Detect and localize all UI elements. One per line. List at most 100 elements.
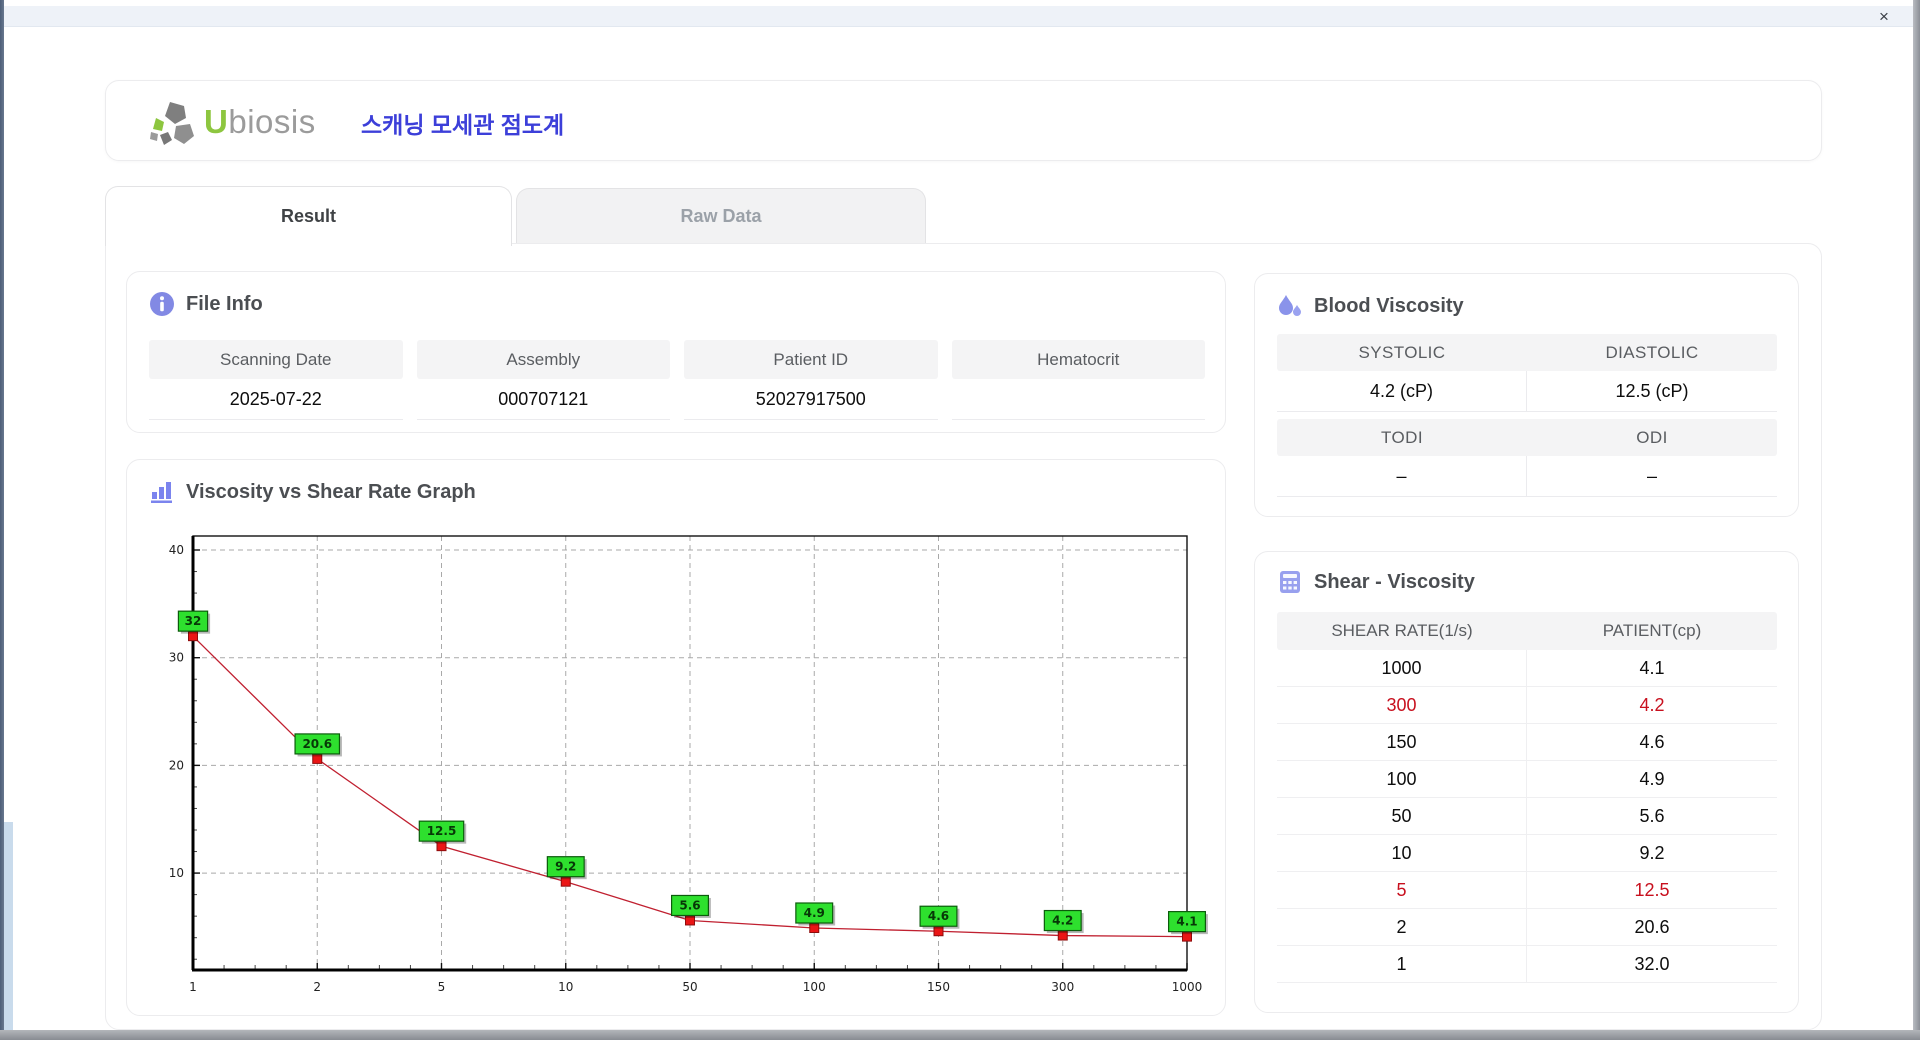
shear-table-row: 1 32.0 bbox=[1277, 946, 1777, 983]
file-info-field-value: 000707121 bbox=[416, 379, 670, 420]
blood-viscosity-value: 4.2 (cP) bbox=[1277, 371, 1527, 411]
x-tick-label: 300 bbox=[1051, 980, 1074, 994]
file-info-title-row: File Info bbox=[149, 291, 263, 317]
patient-viscosity-cell: 9.2 bbox=[1639, 842, 1665, 863]
shear-rate-cell: 50 bbox=[1277, 798, 1527, 834]
shear-table-row: 100 4.9 bbox=[1277, 761, 1777, 798]
blood-viscosity-label: DIASTOLIC bbox=[1605, 342, 1699, 362]
shear-table-row: 150 4.6 bbox=[1277, 724, 1777, 761]
close-icon[interactable]: × bbox=[1873, 7, 1895, 26]
blood-viscosity-header-row: TODI ODI bbox=[1277, 419, 1777, 456]
result-panel: File Info Scanning Date 2025-07-22 Assembl… bbox=[105, 243, 1822, 1030]
shear-rate-column-header: SHEAR RATE(1/s) bbox=[1331, 621, 1473, 640]
file-info-field-label: Assembly bbox=[416, 340, 670, 379]
blood-viscosity-value: 12.5 (cP) bbox=[1615, 380, 1689, 401]
patient-viscosity-cell: 4.9 bbox=[1639, 768, 1665, 789]
patient-viscosity-cell: 32.0 bbox=[1634, 953, 1670, 974]
shear-rate-cell: 10 bbox=[1277, 835, 1527, 871]
point-label-text: 32 bbox=[185, 614, 202, 628]
shear-viscosity-card: Shear - Viscosity SHEAR RATE(1/s) PATIEN… bbox=[1254, 551, 1799, 1013]
info-icon bbox=[150, 292, 174, 316]
logo-text: Ubiosis bbox=[204, 103, 316, 141]
shear-rate-cell: 5 bbox=[1277, 872, 1527, 908]
header-card: Ubiosis 스캐닝 모세관 점도계 bbox=[105, 80, 1822, 161]
y-tick-label: 10 bbox=[169, 866, 184, 880]
shear-table-body: 1000 4.1 300 4.2 150 4.6 100 4.9 50 5.6 10 9.2 5 12.5… bbox=[1277, 650, 1777, 983]
file-info-field-label: Scanning Date bbox=[149, 340, 403, 379]
window-right-border bbox=[1913, 0, 1920, 1040]
graph-title-row: Viscosity vs Shear Rate Graph bbox=[149, 479, 476, 505]
file-info-field: Assembly 000707121 bbox=[416, 340, 670, 420]
patient-column-header: PATIENT(cp) bbox=[1602, 621, 1702, 640]
y-tick-label: 30 bbox=[169, 651, 184, 665]
graph-title: Viscosity vs Shear Rate Graph bbox=[186, 480, 476, 503]
blood-viscosity-value: – bbox=[1646, 465, 1657, 486]
point-label-text: 4.9 bbox=[804, 906, 825, 920]
table-calculator-icon bbox=[1280, 571, 1300, 593]
logo-letter-u: U bbox=[204, 103, 229, 140]
bar-chart-icon bbox=[151, 482, 172, 503]
shear-rate-cell: 150 bbox=[1277, 724, 1527, 760]
app-window: × Ubiosis 스캐닝 모세관 점도계 Result Raw Data Fi… bbox=[0, 0, 1920, 1040]
x-tick-label: 150 bbox=[927, 980, 950, 994]
patient-viscosity-cell: 4.2 bbox=[1639, 694, 1665, 715]
x-tick-label: 1 bbox=[189, 980, 197, 994]
shear-table-row: 50 5.6 bbox=[1277, 798, 1777, 835]
window-titlebar: × bbox=[4, 6, 1913, 27]
blood-viscosity-grid: SYSTOLIC DIASTOLIC 4.2 (cP) 12.5 (cP) TODI OD… bbox=[1277, 334, 1777, 504]
file-info-field-value: 52027917500 bbox=[684, 379, 938, 420]
file-info-field: Hematocrit bbox=[951, 340, 1205, 420]
patient-viscosity-cell: 20.6 bbox=[1634, 916, 1670, 937]
point-label-text: 20.6 bbox=[302, 737, 332, 751]
shear-rate-cell: 2 bbox=[1277, 909, 1527, 945]
file-info-field-value bbox=[951, 379, 1205, 420]
window-left-accent bbox=[4, 822, 13, 1030]
tab-result[interactable]: Result bbox=[105, 186, 512, 246]
shear-table-row: 2 20.6 bbox=[1277, 909, 1777, 946]
blood-viscosity-card: Blood Viscosity SYSTOLIC DIASTOLIC 4.2 (cP… bbox=[1254, 273, 1799, 517]
point-label-text: 4.1 bbox=[1176, 915, 1197, 929]
file-info-field-label: Hematocrit bbox=[951, 340, 1205, 379]
shear-table-header: SHEAR RATE(1/s) PATIENT(cp) bbox=[1277, 612, 1777, 650]
file-info-field-value: 2025-07-22 bbox=[149, 379, 403, 420]
file-info-title: File Info bbox=[186, 292, 263, 315]
blood-viscosity-label: ODI bbox=[1636, 427, 1668, 447]
shear-viscosity-title: Shear - Viscosity bbox=[1314, 570, 1475, 593]
shear-table-row: 10 9.2 bbox=[1277, 835, 1777, 872]
logo-letters-rest: biosis bbox=[228, 103, 316, 140]
shear-rate-cell: 1000 bbox=[1277, 650, 1527, 686]
shear-table-row: 5 12.5 bbox=[1277, 872, 1777, 909]
app-title: 스캐닝 모세관 점도계 bbox=[361, 112, 565, 138]
tab-raw-data[interactable]: Raw Data bbox=[516, 188, 926, 244]
point-label-text: 12.5 bbox=[427, 824, 457, 838]
shear-table-row: 1000 4.1 bbox=[1277, 650, 1777, 687]
blood-viscosity-header-row: SYSTOLIC DIASTOLIC bbox=[1277, 334, 1777, 371]
window-bottom-border bbox=[0, 1030, 1920, 1040]
point-label-text: 9.2 bbox=[555, 860, 576, 874]
x-tick-label: 1000 bbox=[1172, 980, 1203, 994]
y-tick-label: 40 bbox=[169, 543, 184, 557]
patient-viscosity-cell: 5.6 bbox=[1639, 805, 1665, 826]
shear-viscosity-table: SHEAR RATE(1/s) PATIENT(cp) 1000 4.1 300 4.… bbox=[1277, 612, 1777, 983]
logo-stones-icon bbox=[150, 102, 194, 145]
file-info-fields: Scanning Date 2025-07-22 Assembly 000707121… bbox=[149, 340, 1205, 420]
blood-viscosity-value-row: – – bbox=[1277, 456, 1777, 497]
file-info-field: Patient ID 52027917500 bbox=[684, 340, 938, 420]
shear-table-row: 300 4.2 bbox=[1277, 687, 1777, 724]
blood-viscosity-label: SYSTOLIC bbox=[1358, 342, 1446, 362]
file-info-field: Scanning Date 2025-07-22 bbox=[149, 340, 403, 420]
blood-viscosity-value-row: 4.2 (cP) 12.5 (cP) bbox=[1277, 371, 1777, 412]
shear-rate-cell: 300 bbox=[1277, 687, 1527, 723]
point-label-text: 5.6 bbox=[679, 898, 700, 912]
x-tick-label: 50 bbox=[682, 980, 697, 994]
brand-logo: Ubiosis bbox=[148, 97, 316, 147]
patient-viscosity-cell: 4.6 bbox=[1639, 731, 1665, 752]
patient-viscosity-cell: 12.5 bbox=[1634, 879, 1670, 900]
file-info-field-label: Patient ID bbox=[684, 340, 938, 379]
viscosity-graph-card: Viscosity vs Shear Rate Graph 1 2 5 10 50 100… bbox=[126, 459, 1226, 1016]
point-label-text: 4.6 bbox=[928, 909, 949, 923]
viscosity-chart: 1 2 5 10 50 100 150 300 1000 10 20 30 40 32 20.6 12.5 9.… bbox=[169, 535, 1208, 994]
point-label-text: 4.2 bbox=[1052, 914, 1073, 928]
shear-viscosity-title-row: Shear - Viscosity bbox=[1277, 569, 1475, 595]
blood-viscosity-value: – bbox=[1277, 456, 1527, 496]
